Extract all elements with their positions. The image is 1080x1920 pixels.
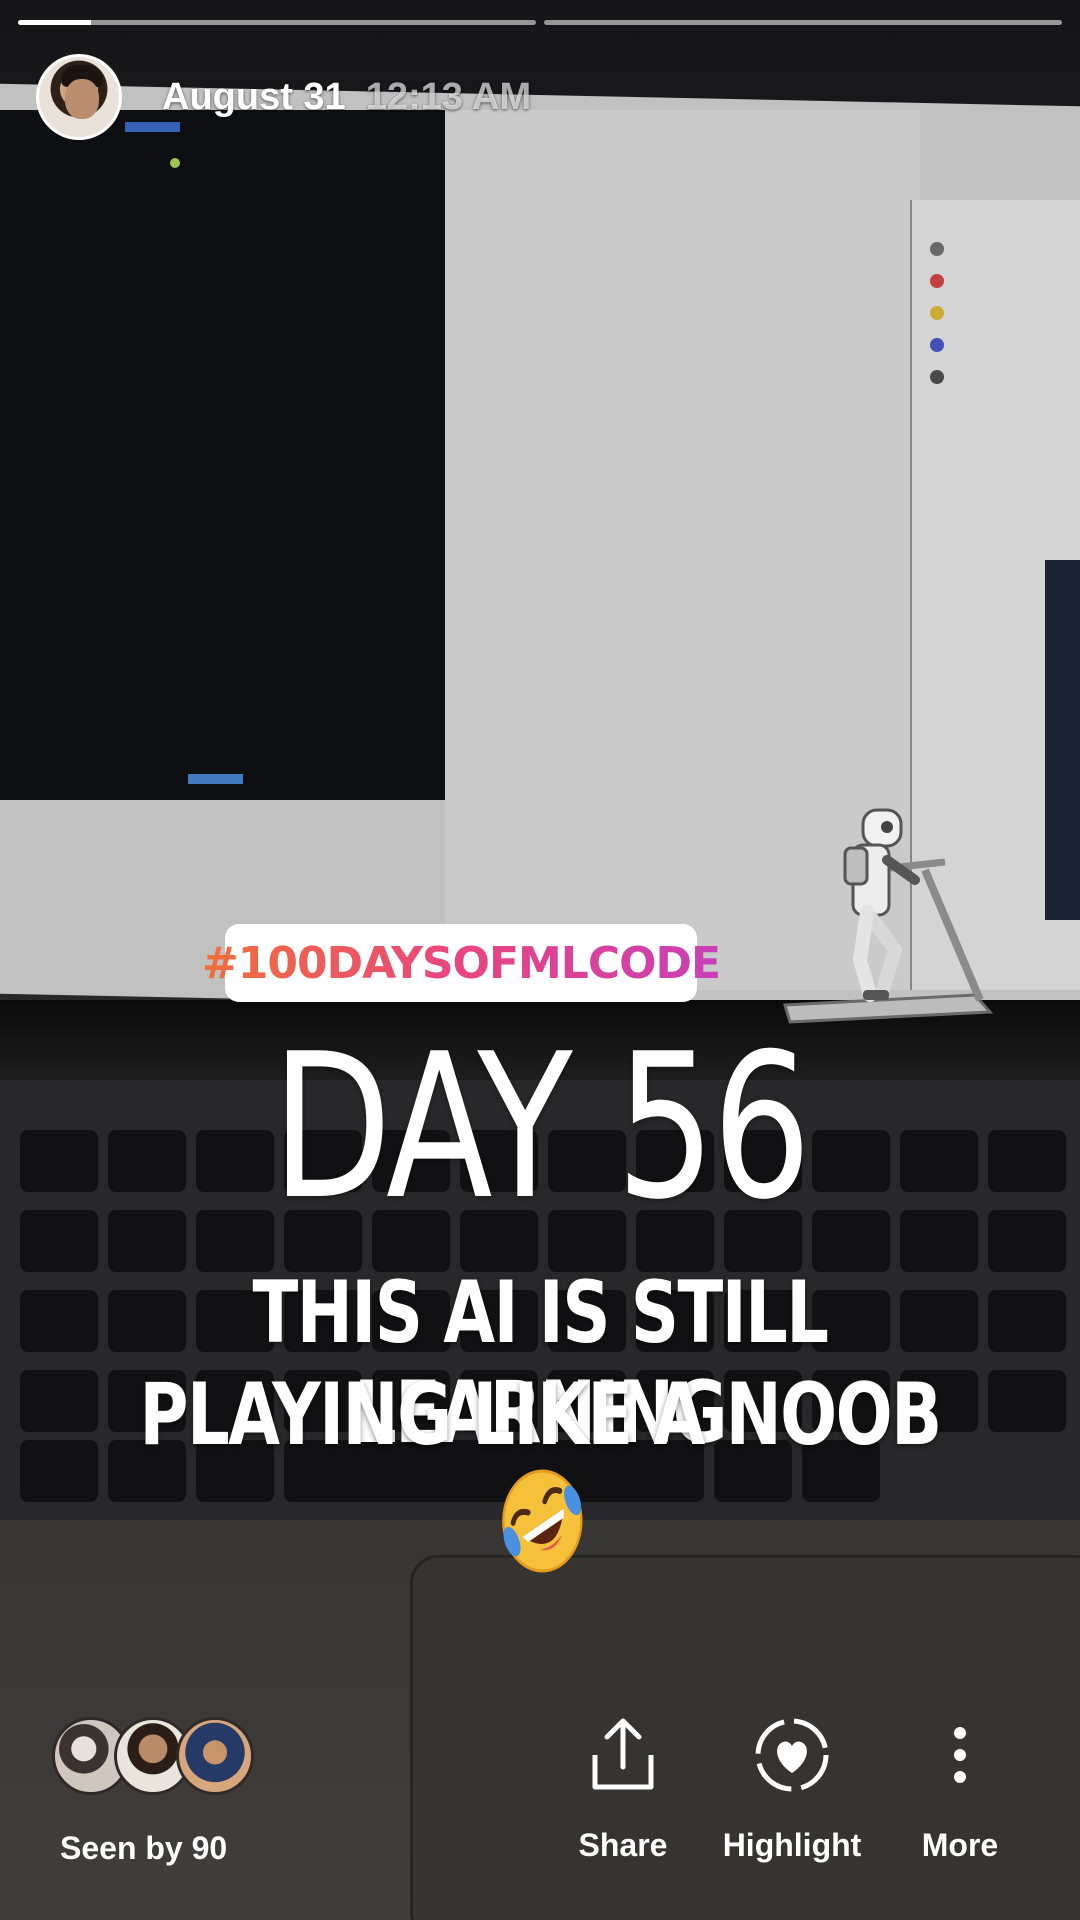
share-button[interactable]: Share xyxy=(538,1715,708,1864)
story-viewer[interactable]: August 31 12:13 AM #100DAYSOFMLCODE DAY … xyxy=(0,0,1080,1920)
share-label: Share xyxy=(578,1827,668,1863)
more-label: More xyxy=(921,1827,999,1863)
highlight-heart-icon xyxy=(755,1718,829,1792)
seen-by-label[interactable]: Seen by 90 xyxy=(60,1830,260,1867)
share-icon xyxy=(592,1718,654,1790)
story-header: August 31 12:13 AM xyxy=(36,52,531,142)
day-title: DAY 56 xyxy=(271,1011,812,1244)
hashtag-sticker[interactable]: #100DAYSOFMLCODE xyxy=(202,924,721,1002)
story-progress xyxy=(18,20,1062,26)
story-time: 12:13 AM xyxy=(365,75,532,118)
story-date: August 31 xyxy=(162,75,346,118)
progress-segment xyxy=(18,20,536,25)
viewer-avatar xyxy=(176,1717,254,1795)
more-button[interactable]: More xyxy=(875,1715,1045,1864)
hashtag-text: #100DAYSOFMLCODE xyxy=(201,937,721,989)
avatar[interactable] xyxy=(36,54,122,140)
rolling-on-floor-laughing-emoji xyxy=(502,1469,583,1573)
robot-on-treadmill-icon xyxy=(783,808,994,1024)
highlight-button[interactable]: Highlight xyxy=(707,1715,877,1864)
caption-line-2: PLAYING LIKE A NOOB xyxy=(119,1365,961,1577)
highlight-label: Highlight xyxy=(722,1827,862,1863)
more-vertical-icon xyxy=(954,1727,966,1783)
caption-line-2-text: PLAYING LIKE A NOOB xyxy=(139,1365,942,1465)
viewer-avatars[interactable] xyxy=(52,1717,254,1797)
progress-fill xyxy=(18,20,91,25)
progress-segment xyxy=(544,20,1062,25)
